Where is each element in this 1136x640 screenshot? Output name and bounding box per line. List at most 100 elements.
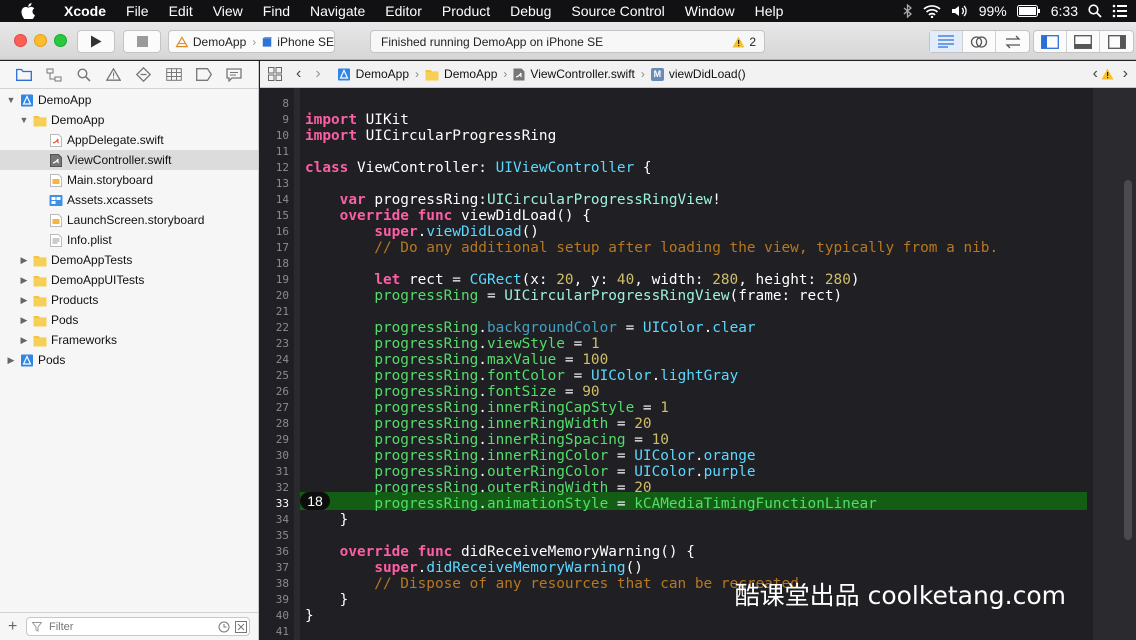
code-line[interactable]: progressRing.outerRingColor = UIColor.pu… [305, 464, 755, 480]
line-number[interactable]: 29 [260, 432, 289, 448]
tree-item-demoapptests[interactable]: ▶ DemoAppTests [0, 250, 258, 270]
code-line[interactable]: progressRing.maxValue = 100 [305, 352, 608, 368]
disclosure-open-icon[interactable]: ▼ [6, 95, 16, 105]
code-line[interactable]: class ViewController: UIViewController { [305, 160, 652, 176]
toggle-utilities-button[interactable] [1100, 31, 1133, 52]
tree-item-group-demoapp[interactable]: ▼ DemoApp [0, 110, 258, 130]
line-number[interactable]: 26 [260, 384, 289, 400]
back-chevron-icon[interactable]: ‹ [296, 65, 301, 83]
breakpoint-navigator-tag-icon[interactable] [194, 65, 213, 84]
code-line[interactable]: progressRing.innerRingSpacing = 10 [305, 432, 669, 448]
line-number[interactable]: 8 [260, 96, 289, 112]
menu-product[interactable]: Product [432, 0, 500, 22]
line-number[interactable]: 20 [260, 288, 289, 304]
tree-item-launchscreen[interactable]: LaunchScreen.storyboard [0, 210, 258, 230]
scrollbar-thumb[interactable] [1124, 180, 1132, 540]
battery-icon[interactable] [1016, 5, 1041, 17]
issue-navigator-warning-icon[interactable] [104, 65, 123, 84]
menu-view[interactable]: View [203, 0, 253, 22]
line-number[interactable]: 11 [260, 144, 289, 160]
minimize-window-button[interactable] [34, 34, 47, 47]
tree-item-info-plist[interactable]: Info.plist [0, 230, 258, 250]
clock[interactable]: 6:33 [1051, 3, 1078, 19]
line-number[interactable]: 19 [260, 272, 289, 288]
menu-help[interactable]: Help [745, 0, 794, 22]
line-number[interactable]: 14 [260, 192, 289, 208]
spotlight-search-icon[interactable] [1088, 4, 1102, 18]
previous-issue-chevron-icon[interactable]: ‹ [1093, 65, 1098, 83]
disclosure-closed-icon[interactable]: ▶ [19, 315, 29, 326]
line-number[interactable]: 32 [260, 480, 289, 496]
line-number[interactable]: 38 [260, 576, 289, 592]
code-line[interactable]: import UICircularProgressRing [305, 128, 556, 144]
menu-app-name[interactable]: Xcode [54, 0, 116, 22]
line-number[interactable]: 40 [260, 608, 289, 624]
standard-editor-button[interactable] [930, 31, 964, 52]
code-line[interactable]: } [305, 592, 349, 608]
code-line[interactable]: // Dispose of any resources that can be … [305, 576, 807, 592]
editor-scrollbar[interactable] [1093, 88, 1136, 640]
code-folding-ribbon[interactable] [294, 88, 300, 640]
code-line[interactable]: progressRing.backgroundColor = UIColor.c… [305, 320, 755, 336]
breadcrumb-file[interactable]: ViewController.swift [513, 67, 635, 81]
recent-files-clock-icon[interactable] [218, 621, 230, 633]
line-number[interactable]: 34 [260, 512, 289, 528]
code-line[interactable]: } [305, 608, 314, 624]
tree-item-demoappuitests[interactable]: ▶ DemoAppUITests [0, 270, 258, 290]
debug-navigator-gauge-icon[interactable] [164, 65, 183, 84]
toggle-debug-area-button[interactable] [1067, 31, 1101, 52]
disclosure-closed-icon[interactable]: ▶ [19, 275, 29, 286]
code-line[interactable]: override func didReceiveMemoryWarning() … [305, 544, 695, 560]
menu-find[interactable]: Find [253, 0, 300, 22]
disclosure-closed-icon[interactable]: ▶ [19, 255, 29, 266]
next-issue-chevron-icon[interactable]: › [1123, 65, 1128, 83]
line-number[interactable]: 17 [260, 240, 289, 256]
code-line[interactable]: // Do any additional setup after loading… [305, 240, 998, 256]
zoom-window-button[interactable] [54, 34, 67, 47]
menu-debug[interactable]: Debug [500, 0, 561, 22]
tree-item-products[interactable]: ▶ Products [0, 290, 258, 310]
line-number[interactable]: 16 [260, 224, 289, 240]
code-line[interactable]: progressRing.fontSize = 90 [305, 384, 599, 400]
assistant-editor-button[interactable] [963, 31, 997, 52]
tree-item-project-demoapp[interactable]: ▼ DemoApp [0, 90, 258, 110]
code-line[interactable]: super.viewDidLoad() [305, 224, 539, 240]
menu-window[interactable]: Window [675, 0, 745, 22]
debug-step-badge[interactable]: 18 [300, 492, 330, 510]
menu-navigate[interactable]: Navigate [300, 0, 375, 22]
tree-item-assets[interactable]: Assets.xcassets [0, 190, 258, 210]
breadcrumb-project[interactable]: DemoApp [337, 67, 409, 81]
project-navigator-tab-folder-icon[interactable] [14, 65, 33, 84]
related-items-grid-icon[interactable] [268, 67, 282, 81]
line-number[interactable]: 23 [260, 336, 289, 352]
code-line[interactable]: progressRing.animationStyle = kCAMediaTi… [305, 496, 877, 512]
forward-chevron-icon[interactable]: › [315, 65, 320, 83]
code-line[interactable]: progressRing.fontColor = UIColor.lightGr… [305, 368, 738, 384]
line-number[interactable]: 25 [260, 368, 289, 384]
tree-item-viewcontroller[interactable]: ViewController.swift [0, 150, 258, 170]
line-number[interactable]: 30 [260, 448, 289, 464]
toggle-navigator-button[interactable] [1034, 31, 1068, 52]
line-number[interactable]: 33 [260, 496, 289, 512]
line-number[interactable]: 27 [260, 400, 289, 416]
tree-item-project-pods[interactable]: ▶ Pods [0, 350, 258, 370]
line-number[interactable]: 22 [260, 320, 289, 336]
disclosure-open-icon[interactable]: ▼ [19, 115, 29, 125]
code-line[interactable]: progressRing.innerRingCapStyle = 1 [305, 400, 669, 416]
version-editor-button[interactable] [996, 31, 1029, 52]
code-line[interactable]: progressRing.innerRingWidth = 20 [305, 416, 651, 432]
tree-item-pods-group[interactable]: ▶ Pods [0, 310, 258, 330]
line-number[interactable]: 31 [260, 464, 289, 480]
code-line[interactable]: override func viewDidLoad() { [305, 208, 591, 224]
menu-edit[interactable]: Edit [159, 0, 203, 22]
breadcrumb-group[interactable]: DemoApp [425, 67, 497, 81]
line-number[interactable]: 10 [260, 128, 289, 144]
menu-editor[interactable]: Editor [375, 0, 432, 22]
tree-item-frameworks[interactable]: ▶ Frameworks [0, 330, 258, 350]
modified-files-icon[interactable] [235, 621, 247, 633]
notification-center-icon[interactable] [1112, 4, 1128, 18]
source-control-tab-icon[interactable] [44, 65, 63, 84]
disclosure-closed-icon[interactable]: ▶ [19, 335, 29, 346]
wifi-icon[interactable] [923, 4, 941, 18]
code-line[interactable]: var progressRing:UICircularProgressRingV… [305, 192, 721, 208]
